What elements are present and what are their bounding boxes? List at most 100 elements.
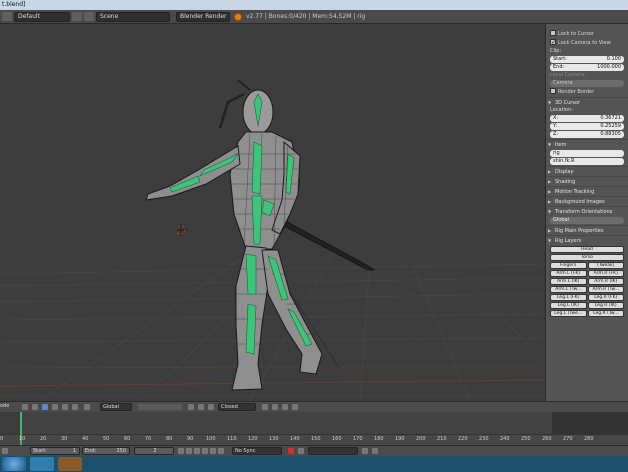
tick-label: 250 bbox=[521, 436, 531, 442]
translate-icon[interactable] bbox=[52, 404, 58, 410]
snap-icon[interactable] bbox=[262, 404, 268, 410]
record-icon[interactable] bbox=[288, 448, 294, 454]
os-taskbar bbox=[0, 456, 628, 472]
tick-label: 190 bbox=[395, 436, 405, 442]
layer-leg-l-fk-button[interactable]: Leg.L (FK) bbox=[550, 294, 587, 301]
orientation-icon[interactable] bbox=[84, 404, 90, 410]
rotate-icon[interactable] bbox=[62, 404, 68, 410]
transform-orientation-dropdown[interactable]: Global bbox=[100, 403, 132, 411]
render-engine-dropdown[interactable]: Blender Render bbox=[176, 12, 230, 22]
section-rig-main-properties[interactable]: Rig Main Properties bbox=[546, 225, 628, 236]
section-motion-tracking[interactable]: Motion Tracking bbox=[546, 186, 628, 197]
layer-arm-r-ik-button[interactable]: Arm.R (IK) bbox=[587, 278, 624, 285]
tick-label: 240 bbox=[500, 436, 510, 442]
checkbox-icon[interactable] bbox=[550, 38, 556, 47]
layer-leg-r-ik-button[interactable]: Leg.R (IK) bbox=[587, 302, 624, 309]
timeline-editor[interactable]: 0 10 20 30 40 50 60 70 80 90 100 110 120… bbox=[0, 412, 628, 445]
tick-label: 200 bbox=[416, 436, 426, 442]
layer-arm-l-tweak-button[interactable]: Arm.L (Tw... bbox=[550, 286, 587, 293]
bone-name-field[interactable]: shin.fk.R bbox=[550, 158, 624, 165]
clip-start-field[interactable]: Start: 0.100 bbox=[550, 56, 624, 63]
properties-panel: Lock to Cursor Lock Camera to View Clip:… bbox=[545, 24, 628, 401]
layer-arm-l-ik-button[interactable]: Arm.L (IK) bbox=[550, 278, 587, 285]
current-frame-field[interactable]: 2 bbox=[134, 447, 174, 455]
layer-leg-l-tweak-button[interactable]: Leg.L (Twe... bbox=[550, 310, 587, 317]
pivot-point-icon[interactable] bbox=[32, 404, 38, 410]
section-shading[interactable]: Shading bbox=[546, 176, 628, 187]
location-label: Location: bbox=[550, 107, 573, 113]
tick-label: 270 bbox=[563, 436, 573, 442]
section-item[interactable]: Item bbox=[546, 139, 628, 150]
jump-end-icon[interactable] bbox=[218, 448, 224, 454]
lock-to-cursor-checkbox[interactable]: Lock to Cursor bbox=[546, 29, 628, 39]
copy-pose-icon[interactable] bbox=[282, 404, 288, 410]
layer-leg-l-ik-button[interactable]: Leg.L (IK) bbox=[550, 302, 587, 309]
blender-taskbar-icon[interactable] bbox=[58, 457, 82, 471]
proportional-edit-icon[interactable] bbox=[208, 404, 214, 410]
section-transform-orientations[interactable]: Transform Orientations bbox=[546, 206, 628, 217]
layer-head-button[interactable]: Head bbox=[550, 246, 624, 253]
viewport-shading-icon[interactable] bbox=[22, 404, 28, 410]
start-frame-field[interactable]: Start: 1 bbox=[30, 447, 80, 455]
layer-arm-r-tweak-button[interactable]: Arm.R (Tw... bbox=[587, 286, 624, 293]
snap-target-icon[interactable] bbox=[272, 404, 278, 410]
taskbar-app-icon[interactable] bbox=[30, 457, 54, 471]
scene-dropdown[interactable]: Scene bbox=[96, 12, 170, 22]
editor-type-icon[interactable] bbox=[2, 448, 8, 454]
tick-label: 130 bbox=[269, 436, 279, 442]
layer-arm-r-fk-button[interactable]: Arm.R (FK) bbox=[587, 270, 624, 277]
section-rig-layers[interactable]: Rig Layers bbox=[546, 235, 628, 246]
prev-keyframe-icon[interactable] bbox=[186, 448, 192, 454]
checkbox-icon[interactable] bbox=[550, 87, 556, 94]
character-mesh[interactable] bbox=[145, 79, 376, 391]
play-reverse-icon[interactable] bbox=[194, 448, 200, 454]
item-name-field[interactable]: rig bbox=[550, 150, 624, 157]
layer-arm-l-fk-button[interactable]: Arm.L (FK) bbox=[550, 270, 587, 277]
next-keyframe-icon[interactable] bbox=[210, 448, 216, 454]
cursor-x-field[interactable]: X: 0.36721 bbox=[550, 115, 624, 122]
section-3d-cursor[interactable]: 3D Cursor bbox=[546, 97, 628, 108]
add-layout-icon[interactable] bbox=[72, 12, 82, 21]
viewport-canvas[interactable] bbox=[0, 24, 545, 401]
end-frame-field[interactable]: End: 250 bbox=[82, 447, 130, 455]
lock-icon[interactable] bbox=[188, 404, 194, 410]
scale-icon[interactable] bbox=[72, 404, 78, 410]
cursor-z-field[interactable]: Z: 0.88305 bbox=[550, 131, 624, 138]
editor-type-icon[interactable] bbox=[2, 12, 12, 21]
render-border-checkbox[interactable]: Render Border bbox=[546, 87, 628, 97]
paste-pose-icon[interactable] bbox=[292, 404, 298, 410]
tick-label: 180 bbox=[374, 436, 384, 442]
timeline-header: Start: 1 End: 250 2 No Sync bbox=[0, 445, 628, 456]
checkbox-icon[interactable] bbox=[550, 29, 556, 36]
cursor-y-field[interactable]: Y: 0.25259 bbox=[550, 123, 624, 130]
pose-icon[interactable] bbox=[198, 404, 204, 410]
keying-set-field[interactable] bbox=[308, 447, 358, 455]
layer-leg-r-tweak-button[interactable]: Leg.R (Tw... bbox=[587, 310, 624, 317]
lock-camera-checkbox[interactable]: Lock Camera to View bbox=[546, 38, 628, 48]
manipulator-icon[interactable] bbox=[42, 404, 48, 410]
section-background-images[interactable]: Background Images bbox=[546, 196, 628, 207]
keying-icon[interactable] bbox=[298, 448, 304, 454]
jump-start-icon[interactable] bbox=[178, 448, 184, 454]
insert-keyframe-icon[interactable] bbox=[362, 448, 368, 454]
tick-label: 220 bbox=[458, 436, 468, 442]
play-icon[interactable] bbox=[202, 448, 208, 454]
start-button-icon[interactable] bbox=[2, 457, 26, 471]
3d-cursor-icon[interactable] bbox=[175, 224, 187, 236]
delete-keyframe-icon[interactable] bbox=[372, 448, 378, 454]
layout-dropdown[interactable]: Default bbox=[14, 12, 70, 22]
layer-leg-r-fk-button[interactable]: Leg.R (FK) bbox=[587, 294, 624, 301]
layer-torso-button[interactable]: Torso bbox=[550, 254, 624, 261]
mode-dropdown[interactable]: ode bbox=[0, 403, 16, 411]
sync-mode-dropdown[interactable]: No Sync bbox=[232, 447, 282, 455]
local-camera-field[interactable]: Camera bbox=[550, 80, 624, 87]
tick-label: 230 bbox=[479, 436, 489, 442]
section-display[interactable]: Display bbox=[546, 166, 628, 177]
layer-tweak-button[interactable]: (Tweak) bbox=[587, 262, 624, 269]
layer-fingers-button[interactable]: Fingers bbox=[550, 262, 587, 269]
orientation-dropdown[interactable]: Global bbox=[550, 217, 624, 224]
layers-grid-icon[interactable] bbox=[138, 404, 182, 410]
clip-end-field[interactable]: End: 1000.000 bbox=[550, 64, 624, 71]
proportional-mode-dropdown[interactable]: Closed bbox=[218, 403, 256, 411]
3d-viewport[interactable] bbox=[0, 24, 545, 401]
